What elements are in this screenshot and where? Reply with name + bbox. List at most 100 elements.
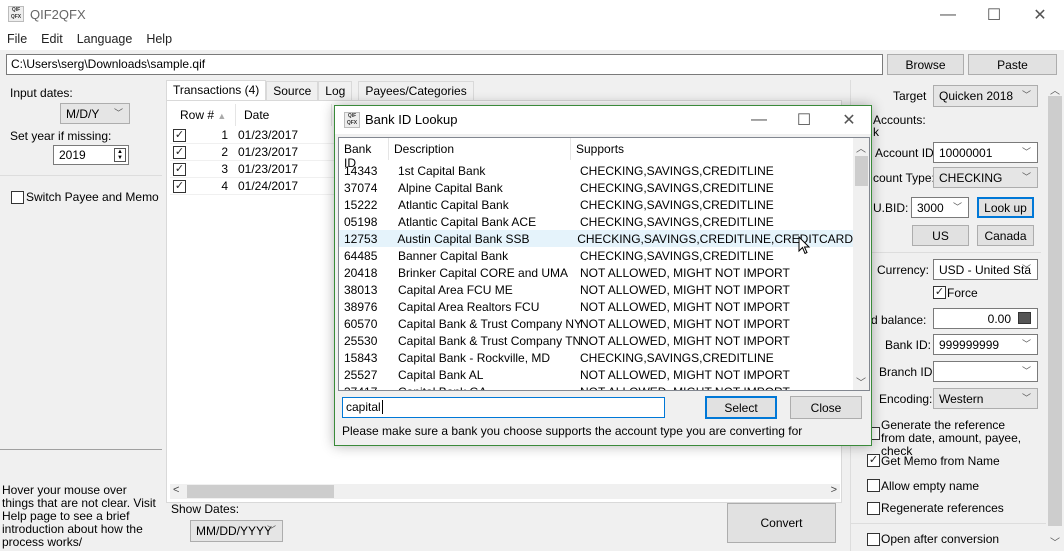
account-type-select[interactable]: CHECKING ﹀	[933, 167, 1038, 188]
scroll-thumb[interactable]	[1048, 96, 1062, 526]
dialog-close-button[interactable]: ✕	[826, 106, 872, 134]
switch-payee-memo-checkbox[interactable]	[11, 191, 24, 204]
minimize-icon: —	[751, 111, 767, 128]
row-checkbox[interactable]: ✓	[173, 162, 186, 176]
convert-button[interactable]: Convert	[727, 503, 836, 543]
bank-supports: CHECKING,SAVINGS,CREDITLINE	[580, 180, 774, 195]
dialog-close-text-button[interactable]: Close	[790, 396, 862, 419]
allow-empty-name-checkbox[interactable]	[867, 479, 880, 492]
tab-transactions[interactable]: Transactions (4)	[166, 80, 267, 101]
menu-help[interactable]: Help	[139, 30, 179, 50]
bank-row[interactable]: 37417Capital Bank GANOT ALLOWED, MIGHT N…	[339, 383, 853, 391]
regenerate-references-checkbox[interactable]	[867, 502, 880, 515]
menu-language[interactable]: Language	[70, 30, 140, 50]
scroll-thumb[interactable]	[187, 485, 334, 498]
bank-row[interactable]: 37074 Alpine Capital Bank CHECKING,SAVINGS…	[339, 179, 853, 196]
force-checkbox[interactable]: ✓	[933, 286, 946, 299]
col-row-number[interactable]: Row # ▲	[170, 104, 236, 126]
account-id-select[interactable]: 10000001 ﹀	[933, 142, 1038, 163]
checkmark-icon: ✓	[174, 145, 185, 158]
bank-row[interactable]: 14343 1st Capital Bank CHECKING,SAVINGS,CR…	[339, 162, 853, 179]
input-dates-select[interactable]: M/D/Y ﹀	[60, 103, 130, 124]
open-after-conversion-checkbox[interactable]	[867, 533, 880, 546]
spinner-arrows-icon[interactable]: ▲ ▼	[114, 148, 126, 162]
menu-edit[interactable]: Edit	[34, 30, 70, 50]
menu-file[interactable]: File	[0, 30, 34, 50]
scroll-thumb[interactable]	[855, 156, 868, 186]
close-button[interactable]: ✕	[1017, 0, 1063, 30]
intu-bid-value: 3000	[917, 200, 944, 215]
year-spinner[interactable]: 2019 ▲ ▼	[53, 145, 129, 165]
calculator-icon[interactable]	[1018, 312, 1031, 324]
bank-row[interactable]: 20418 Brinker Capital CORE and UMA NOT ALL…	[339, 264, 853, 281]
scroll-up-icon[interactable]: ︿	[856, 140, 866, 155]
lookup-button[interactable]: Look up	[977, 197, 1034, 218]
bank-row[interactable]: 60570 Capital Bank & Trust Company NY NOT …	[339, 315, 853, 332]
bank-row[interactable]: 38976 Capital Area Realtors FCU NOT ALLOWE…	[339, 298, 853, 315]
bank-supports: CHECKING,SAVINGS,CREDITLINE	[580, 163, 774, 178]
bank-row[interactable]: 15843 Capital Bank - Rockville, MD CHECKIN…	[339, 349, 853, 366]
encoding-label: Encoding:	[879, 392, 933, 406]
target-select[interactable]: Quicken 2018 ﹀	[933, 85, 1038, 107]
bank-description: Brinker Capital CORE and UMA	[398, 265, 569, 280]
col-supports[interactable]: Supports	[571, 138, 853, 160]
horizontal-scrollbar[interactable]: < >	[170, 484, 840, 499]
row-checkbox[interactable]: ✓	[173, 179, 186, 193]
bank-description: Capital Bank & Trust Company TN	[398, 333, 582, 348]
scroll-left-icon[interactable]: <	[173, 484, 179, 496]
file-path-input[interactable]: C:\Users\serg\Downloads\sample.qif	[6, 54, 883, 75]
maximize-icon: ☐	[986, 7, 1002, 24]
bank-description: Capital Area FCU ME	[398, 282, 513, 297]
bank-row[interactable]: 05198 Atlantic Capital Bank ACE CHECKING,S…	[339, 213, 853, 230]
balance-input[interactable]: 0.00	[933, 308, 1038, 329]
bank-search-input[interactable]: capital	[342, 397, 665, 418]
bank-row[interactable]: 25530 Capital Bank & Trust Company TN NOT …	[339, 332, 853, 349]
dialog-minimize-button[interactable]: —	[736, 106, 782, 134]
checkmark-icon: ✓	[934, 286, 945, 298]
bank-id-select[interactable]: 999999999 ﹀	[933, 334, 1038, 355]
tab-payees-categories[interactable]: Payees/Categories	[358, 81, 474, 101]
chevron-down-icon: ﹀	[1021, 171, 1031, 182]
us-button[interactable]: US	[912, 225, 969, 246]
currency-select[interactable]: USD - United Sta ﹀	[933, 259, 1038, 280]
row-number: 3	[221, 162, 228, 176]
bank-supports: NOT ALLOWED, MIGHT NOT IMPORT	[571, 385, 790, 391]
scroll-down-icon[interactable]: ﹀	[856, 374, 866, 389]
bank-row[interactable]: 15222 Atlantic Capital Bank CHECKING,SAVIN…	[339, 196, 853, 213]
col-date[interactable]: Date	[236, 104, 332, 126]
encoding-select[interactable]: Western ﹀	[933, 388, 1038, 409]
scroll-right-icon[interactable]: >	[831, 484, 837, 496]
branch-id-select[interactable]: ﹀	[933, 361, 1038, 382]
minimize-button[interactable]: —	[925, 0, 971, 30]
browse-button[interactable]: Browse	[887, 54, 964, 75]
chevron-down-icon: ﹀	[266, 525, 276, 536]
checkmark-icon: ✓	[174, 179, 185, 192]
tab-log[interactable]: Log	[318, 81, 353, 101]
get-memo-checkbox[interactable]: ✓	[867, 454, 880, 467]
bank-id-label: Bank ID:	[885, 338, 932, 352]
tab-source[interactable]: Source	[266, 81, 319, 101]
show-dates-select[interactable]: MM/DD/YYYY ﹀	[190, 520, 283, 542]
bank-row[interactable]: 38013 Capital Area FCU ME NOT ALLOWED, MIG…	[339, 281, 853, 298]
bank-id: 25527	[344, 367, 378, 382]
select-button[interactable]: Select	[705, 396, 777, 419]
row-checkbox[interactable]: ✓	[173, 128, 186, 142]
canada-button[interactable]: Canada	[977, 225, 1034, 246]
col-bank-id[interactable]: Bank ID	[339, 138, 389, 170]
scroll-down-icon[interactable]: ﹀	[1050, 534, 1060, 549]
dialog-maximize-button[interactable]: ☐	[781, 106, 827, 134]
intu-bid-select[interactable]: 3000 ﹀	[911, 197, 969, 218]
scroll-up-icon[interactable]: ︿	[1050, 82, 1060, 97]
bank-row[interactable]: 12753 Austin Capital Bank SSB CHECKING,SAV…	[339, 230, 853, 247]
col-description[interactable]: Description	[389, 138, 571, 160]
bank-row[interactable]: 25527 Capital Bank AL NOT ALLOWED, MIGHT N…	[339, 366, 853, 383]
paste-button[interactable]: Paste	[968, 54, 1057, 75]
bank-row[interactable]: 64485 Banner Capital Bank CHECKING,SAVINGS…	[339, 247, 853, 264]
title-bar: QIF QFX QIF2QFX — ☐ ✕	[0, 0, 1064, 30]
row-date: 01/23/2017	[238, 162, 299, 176]
right-panel-scrollbar[interactable]: ︿ ﹀	[1046, 80, 1064, 551]
row-checkbox[interactable]: ✓	[173, 145, 186, 159]
bank-list-scrollbar[interactable]: ︿ ﹀	[853, 138, 869, 390]
row-date: 01/23/2017	[238, 145, 299, 159]
maximize-button[interactable]: ☐	[971, 0, 1017, 30]
